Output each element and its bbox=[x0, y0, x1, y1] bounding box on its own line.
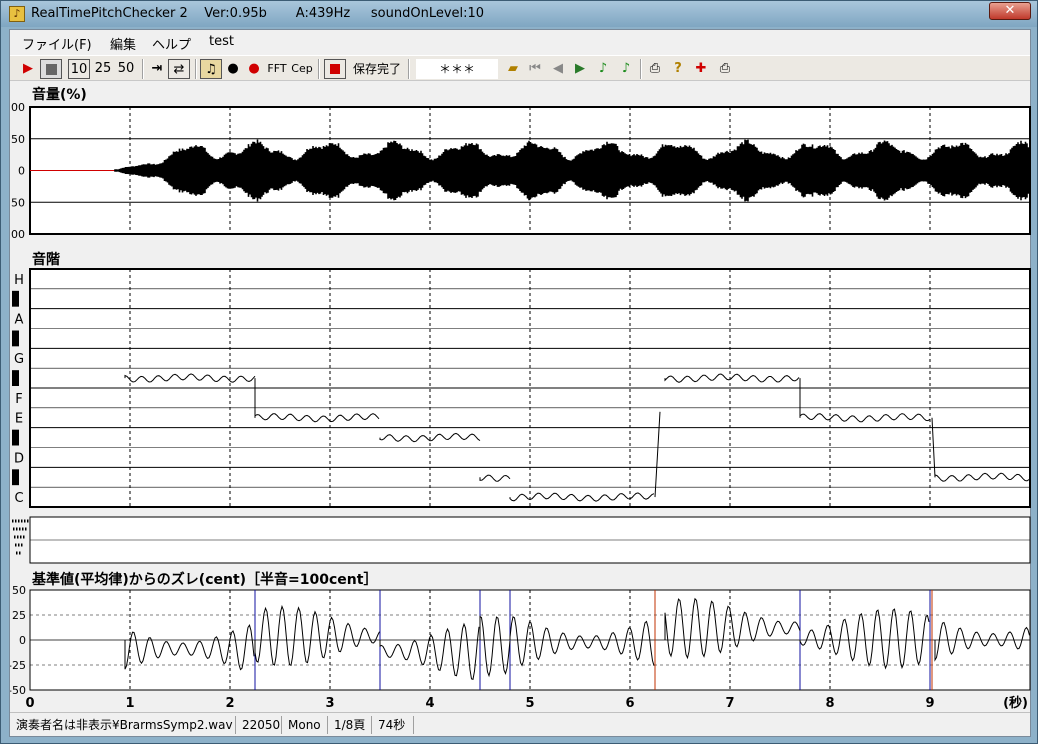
record-icon[interactable] bbox=[324, 59, 346, 79]
play-icon[interactable]: ▶ bbox=[20, 59, 36, 79]
app-window: ♪ RealTimePitchChecker 2 Ver:0.95b A:439… bbox=[0, 0, 1038, 744]
deviation-y-tick: 0 bbox=[19, 634, 26, 647]
print-alt-icon[interactable]: ⎙ bbox=[716, 59, 734, 79]
scale-note-label: H bbox=[14, 273, 24, 288]
time-unit-label: (秒) bbox=[1003, 695, 1028, 710]
window-title: RealTimePitchChecker 2 Ver:0.95b A:439Hz… bbox=[31, 6, 485, 21]
client-area: ファイル(F) 編集 ヘルプ test ▶ 10 25 50 ⇥ ⇄ ♫ ● ●… bbox=[9, 29, 1031, 737]
scale-chart: H A G FE D C bbox=[12, 268, 1031, 564]
volume-chart: 100 50 0 50 100 bbox=[10, 102, 1031, 238]
time-tick: 0 bbox=[25, 696, 34, 710]
app-icon: ♪ bbox=[9, 6, 25, 22]
scale-note-label: E bbox=[15, 412, 23, 427]
person-black-icon[interactable]: ● bbox=[225, 59, 241, 79]
status-channels: Mono bbox=[284, 716, 328, 734]
loop-icon[interactable]: ⇄ bbox=[168, 59, 190, 79]
menu-edit[interactable]: 編集 bbox=[110, 34, 136, 53]
note-icon[interactable]: ♪ bbox=[594, 59, 612, 79]
violin-icon[interactable]: ♫ bbox=[200, 59, 222, 79]
piano-black-key bbox=[12, 429, 19, 446]
time-tick: 2 bbox=[225, 696, 234, 710]
next-page-icon[interactable]: ▶ bbox=[571, 59, 589, 79]
piano-black-key bbox=[12, 370, 19, 386]
menu-test[interactable]: test bbox=[209, 34, 234, 49]
speed-50-button[interactable]: 50 bbox=[116, 59, 136, 79]
cep-button[interactable]: Cep bbox=[290, 59, 314, 79]
menu-bar: ファイル(F) 編集 ヘルプ test bbox=[10, 30, 1030, 54]
title-bar: ♪ RealTimePitchChecker 2 Ver:0.95b A:439… bbox=[1, 1, 1037, 27]
prev-page-icon[interactable]: ◀ bbox=[549, 59, 567, 79]
volume-y-tick: 100 bbox=[10, 228, 25, 238]
speed-10-button[interactable]: 10 bbox=[68, 59, 90, 79]
time-tick: 4 bbox=[425, 696, 434, 710]
time-tick: 5 bbox=[525, 696, 534, 710]
deviation-y-tick: -50 bbox=[10, 684, 26, 697]
piano-black-key bbox=[12, 290, 19, 307]
time-tick: 7 bbox=[725, 696, 734, 710]
time-tick: 8 bbox=[825, 696, 834, 710]
scale-note-label: C bbox=[14, 491, 23, 506]
scale-note-label: D bbox=[14, 451, 24, 466]
scale-note-label: G bbox=[14, 352, 24, 367]
volume-y-tick: 100 bbox=[10, 102, 25, 114]
time-tick: 1 bbox=[125, 696, 134, 710]
menu-help[interactable]: ヘルプ bbox=[152, 34, 191, 53]
status-page: 1/8頁 bbox=[330, 716, 372, 734]
deviation-chart: 50250-25-500123456789(秒) bbox=[10, 586, 1031, 710]
save-status: 保存完了 bbox=[352, 62, 401, 76]
volume-y-tick: 50 bbox=[11, 133, 25, 146]
jump-end-icon[interactable]: ⇥ bbox=[148, 59, 166, 79]
status-file: 演奏者名は非表示¥BrarmsSymp2.wav bbox=[12, 716, 236, 734]
time-tick: 3 bbox=[325, 696, 334, 710]
scale-note-label: A bbox=[15, 313, 24, 328]
print-icon[interactable]: ⎙ bbox=[646, 59, 664, 79]
help-icon[interactable]: ? bbox=[669, 59, 687, 79]
close-button[interactable]: ✕ bbox=[989, 2, 1031, 20]
status-rate: 22050 bbox=[238, 716, 282, 734]
piano-black-key bbox=[12, 469, 19, 486]
status-bar: 演奏者名は非表示¥BrarmsSymp2.wav 22050 Mono 1/8頁… bbox=[10, 712, 1030, 736]
scale-note-label: F bbox=[15, 392, 22, 407]
marker-icon[interactable]: ✚ bbox=[692, 59, 710, 79]
note-alt-icon[interactable]: ♪ bbox=[617, 59, 635, 79]
menu-file[interactable]: ファイル(F) bbox=[22, 34, 92, 53]
volume-title: 音量(%) bbox=[32, 87, 87, 103]
time-tick: 9 bbox=[925, 696, 934, 710]
fft-button[interactable]: FFT bbox=[266, 59, 288, 79]
piano-black-key bbox=[12, 330, 19, 347]
person-red-icon[interactable]: ● bbox=[246, 59, 262, 79]
deviation-y-tick: 50 bbox=[12, 586, 26, 597]
stop-icon[interactable] bbox=[40, 59, 62, 79]
deviation-y-tick: 25 bbox=[12, 609, 26, 622]
volume-y-tick: 0 bbox=[18, 165, 25, 178]
speed-25-button[interactable]: 25 bbox=[93, 59, 113, 79]
folder-open-icon[interactable]: ▰ bbox=[504, 59, 522, 79]
volume-y-tick: 50 bbox=[11, 196, 25, 209]
status-length: 74秒 bbox=[374, 716, 414, 734]
marks-display: ＊＊＊ bbox=[416, 59, 498, 79]
first-page-icon[interactable]: ⏮ bbox=[526, 59, 544, 79]
time-tick: 6 bbox=[625, 696, 634, 710]
deviation-y-tick: -25 bbox=[10, 659, 26, 672]
scale-title: 音階 bbox=[32, 252, 60, 268]
toolbar: ▶ 10 25 50 ⇥ ⇄ ♫ ● ● FFT Cep 保存完了 ＊＊＊ ▰ … bbox=[10, 55, 1030, 81]
